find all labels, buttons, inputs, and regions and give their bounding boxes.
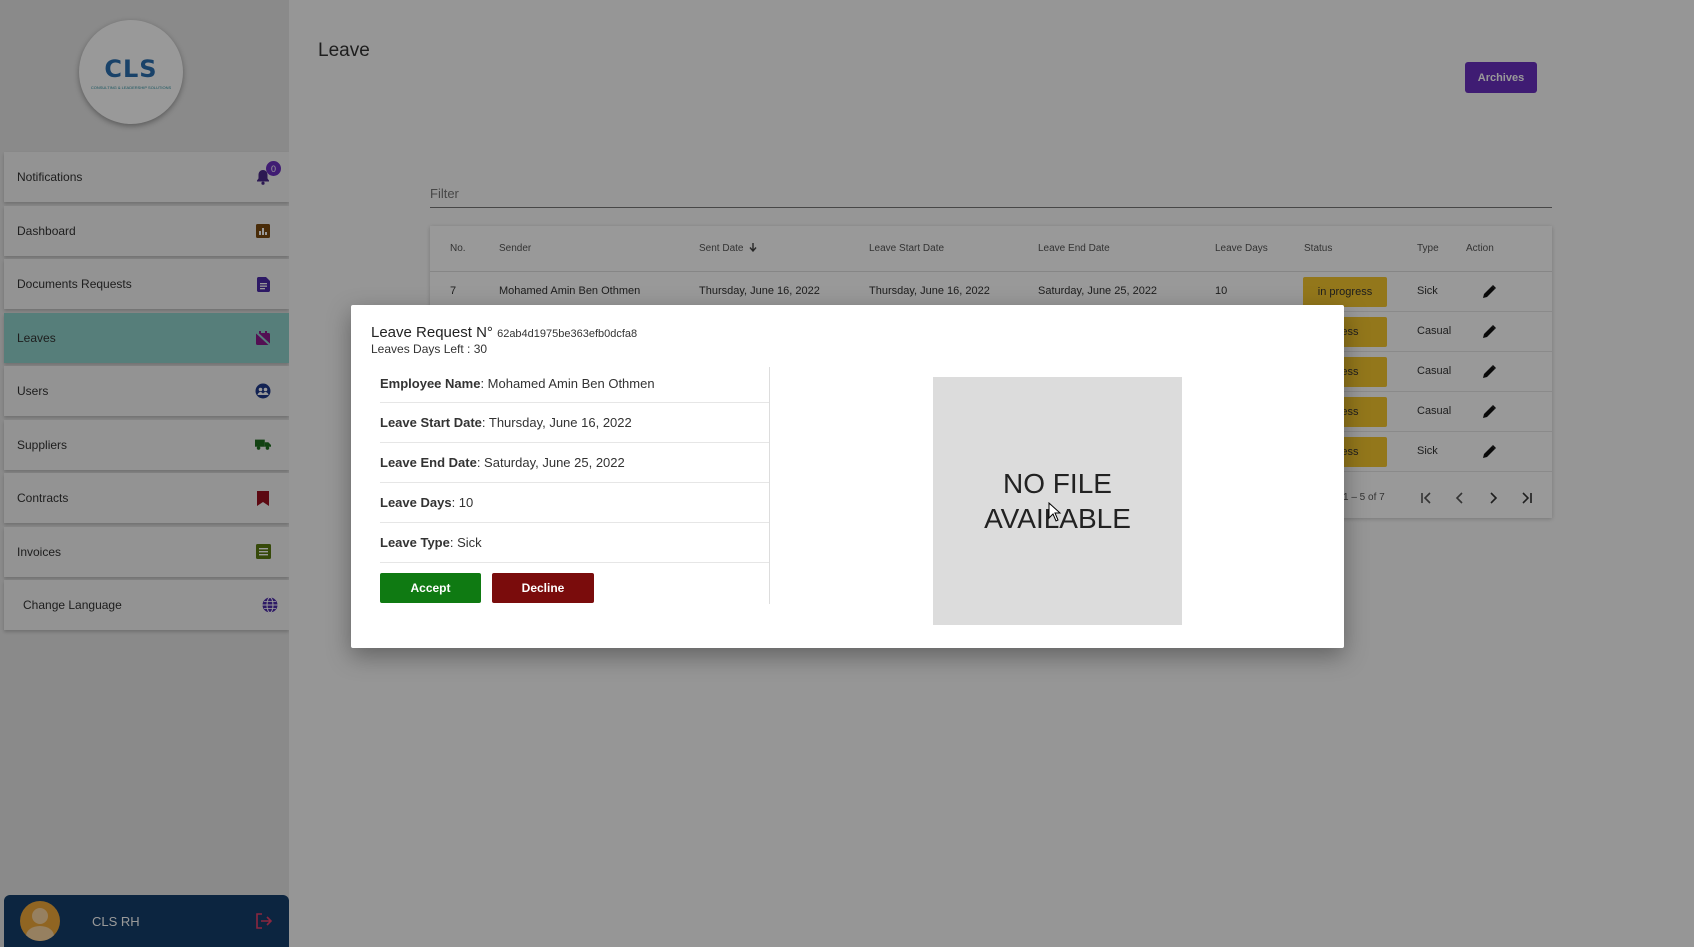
detail-leave-type: Leave Type : Sick <box>380 523 769 563</box>
dialog-title-prefix: Leave Request N° <box>371 324 493 341</box>
detail-value: : Thursday, June 16, 2022 <box>481 415 632 430</box>
detail-value: : Saturday, June 25, 2022 <box>476 455 625 470</box>
leave-request-dialog: Leave Request N° 62ab4d1975be363efb0dcfa… <box>351 305 1344 648</box>
detail-leave-start-date: Leave Start Date : Thursday, June 16, 20… <box>380 403 769 443</box>
leave-details: Employee Name : Mohamed Amin Ben Othmen … <box>380 367 770 604</box>
request-id: 62ab4d1975be363efb0dcfa8 <box>497 328 638 340</box>
accept-button[interactable]: Accept <box>380 573 481 603</box>
detail-value: : 10 <box>451 495 474 510</box>
detail-value: : Mohamed Amin Ben Othmen <box>480 376 655 391</box>
detail-label: Employee Name <box>380 376 481 391</box>
detail-value: : Sick <box>449 535 482 550</box>
dialog-title: Leave Request N° 62ab4d1975be363efb0dcfa… <box>371 324 637 341</box>
detail-label: Leave Type <box>380 535 450 550</box>
detail-label: Leave Start Date <box>380 415 482 430</box>
attachment-preview: NO FILE AVAILABLE <box>933 377 1182 625</box>
decline-button[interactable]: Decline <box>492 573 594 603</box>
mouse-cursor-icon <box>1048 501 1062 527</box>
detail-label: Leave Days <box>380 495 452 510</box>
detail-label: Leave End Date <box>380 455 477 470</box>
detail-leave-end-date: Leave End Date : Saturday, June 25, 2022 <box>380 443 769 483</box>
detail-employee-name: Employee Name : Mohamed Amin Ben Othmen <box>380 367 769 403</box>
leave-days-left: Leaves Days Left : 30 <box>371 342 488 356</box>
detail-leave-days: Leave Days : 10 <box>380 483 769 523</box>
